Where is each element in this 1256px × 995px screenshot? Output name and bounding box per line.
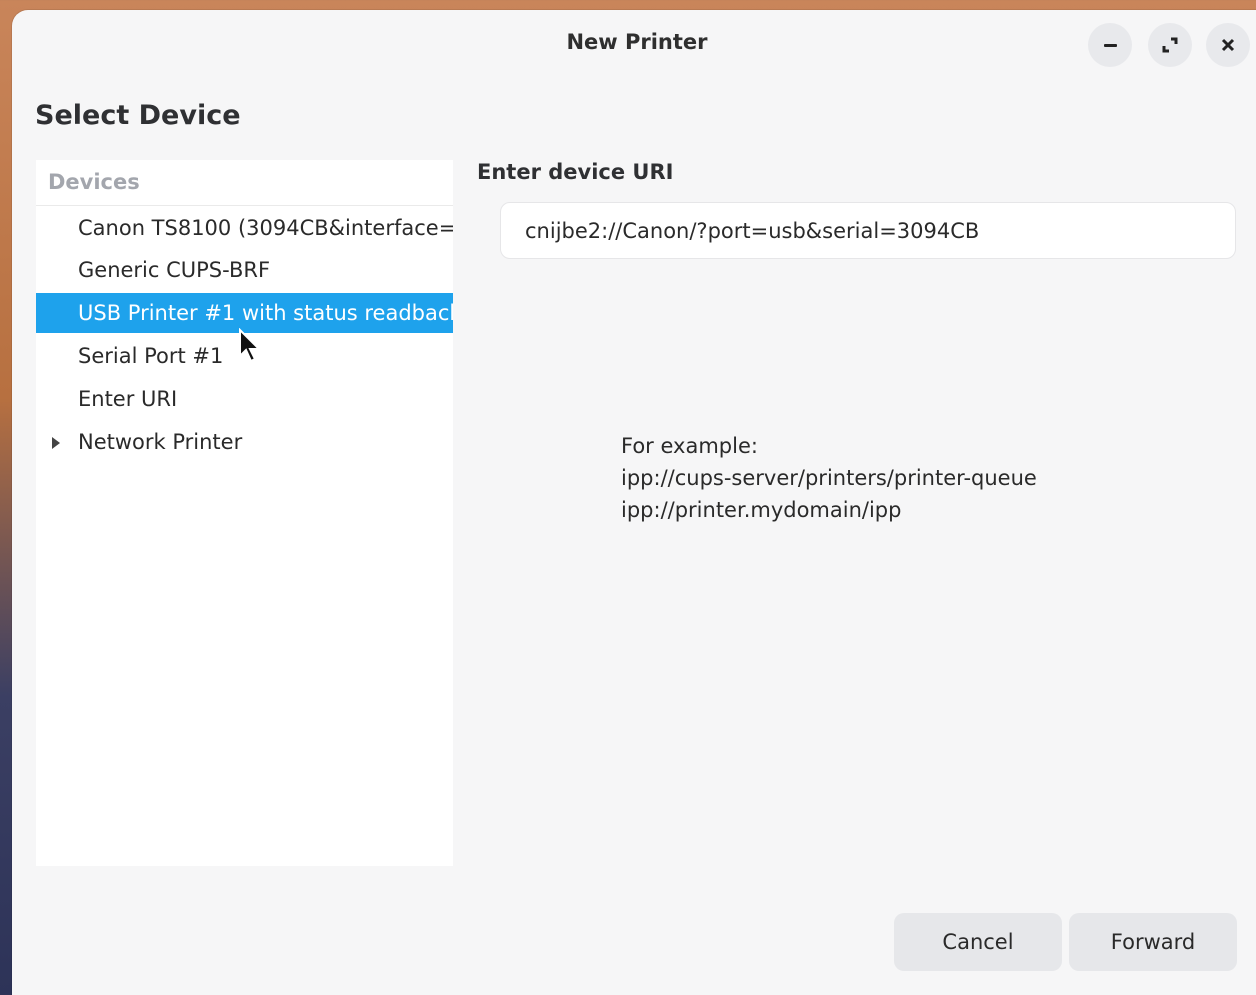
device-item-label: Canon TS8100 (3094CB&interface=1): [78, 216, 453, 240]
device-item-label: Generic CUPS-BRF: [78, 258, 271, 282]
example-line: ipp://printer.mydomain/ipp: [621, 498, 902, 522]
device-item-usb-printer[interactable]: USB Printer #1 with status readback: [36, 293, 453, 333]
forward-button[interactable]: Forward: [1069, 913, 1237, 971]
device-item-label: Network Printer: [78, 430, 243, 454]
expand-arrow-icon[interactable]: [52, 437, 60, 449]
close-icon: [1221, 38, 1235, 52]
device-item-network-printer[interactable]: Network Printer: [36, 422, 453, 462]
close-button[interactable]: [1206, 23, 1250, 67]
section-title: Select Device: [35, 100, 241, 131]
uri-example-text: For example: ipp://cups-server/printers/…: [621, 430, 1037, 526]
minimize-icon: [1103, 43, 1117, 47]
minimize-button[interactable]: [1088, 23, 1132, 67]
device-item-generic-cups-brf[interactable]: Generic CUPS-BRF: [36, 250, 453, 290]
device-item-canon[interactable]: Canon TS8100 (3094CB&interface=1): [36, 208, 453, 248]
maximize-icon: [1162, 37, 1178, 53]
window-title: New Printer: [566, 30, 708, 54]
devices-list[interactable]: Devices Canon TS8100 (3094CB&interface=1…: [36, 160, 453, 866]
device-uri-input[interactable]: [500, 202, 1236, 259]
example-line: ipp://cups-server/printers/printer-queue: [621, 466, 1037, 490]
device-item-label: Serial Port #1: [78, 344, 224, 368]
maximize-button[interactable]: [1148, 23, 1192, 67]
devices-column-header[interactable]: Devices: [36, 160, 453, 206]
uri-label: Enter device URI: [477, 160, 674, 184]
example-heading: For example:: [621, 434, 758, 458]
mouse-cursor-icon: [239, 328, 262, 363]
titlebar[interactable]: New Printer: [12, 10, 1256, 76]
device-item-label: Enter URI: [78, 387, 178, 411]
device-item-label: USB Printer #1 with status readback: [78, 301, 453, 325]
new-printer-dialog: New Printer Select Device Devices Canon …: [12, 10, 1256, 995]
device-item-enter-uri[interactable]: Enter URI: [36, 379, 453, 419]
cancel-button[interactable]: Cancel: [894, 913, 1062, 971]
